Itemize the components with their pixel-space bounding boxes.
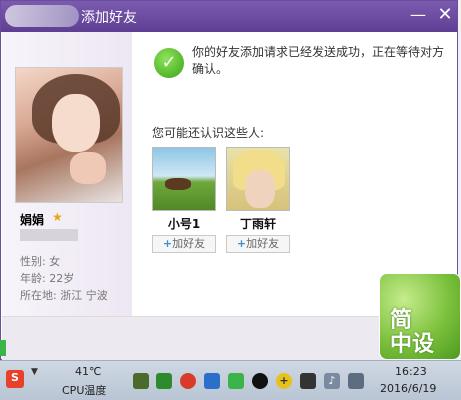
- dialog-title: 添加好友: [81, 10, 137, 26]
- suggestion-name[interactable]: 小号1: [152, 215, 216, 232]
- plus-icon: +: [162, 237, 173, 250]
- suggestion-avatar[interactable]: [226, 147, 290, 211]
- profile-location: 所在地: 浙江 宁波: [20, 289, 108, 302]
- chevron-down-icon[interactable]: ▼: [31, 367, 38, 377]
- profile-avatar: [15, 67, 123, 203]
- clock-time[interactable]: 16:23: [395, 365, 427, 378]
- add-friend-button[interactable]: +加好友: [152, 235, 216, 253]
- add-friend-label: 加好友: [246, 237, 280, 250]
- close-button[interactable]: ✕: [434, 4, 456, 26]
- suggestion-card: 丁雨轩 +加好友: [226, 147, 290, 253]
- app-tray-icon[interactable]: [133, 373, 149, 389]
- watermark-text-2: 中设: [390, 332, 435, 357]
- plus-icon: +: [236, 237, 247, 250]
- check-icon: ✓: [154, 48, 184, 78]
- clock-date[interactable]: 2016/6/19: [380, 382, 436, 395]
- suggestions-title: 您可能还认识这些人:: [152, 126, 265, 140]
- suggestion-name[interactable]: 丁雨轩: [226, 215, 290, 232]
- network-icon[interactable]: [348, 373, 364, 389]
- star-icon: ★: [52, 210, 63, 224]
- add-friend-label: 加好友: [172, 237, 206, 250]
- titlebar: 添加好友 — ✕: [1, 1, 457, 32]
- suggestion-avatar[interactable]: [152, 147, 216, 211]
- watermark-logo: 简 中设: [379, 273, 461, 360]
- add-friend-button[interactable]: +加好友: [226, 235, 290, 253]
- plus-circle-icon[interactable]: +: [276, 373, 292, 389]
- profile-age: 年龄: 22岁: [20, 272, 75, 285]
- cpu-temperature: 41℃: [75, 365, 102, 378]
- profile-gender: 性别: 女: [20, 255, 61, 268]
- taskbar: S ▼ 41℃ CPU温度 + ♪ 16:23 2016/6/19: [0, 360, 461, 400]
- minimize-button[interactable]: —: [407, 4, 429, 26]
- profile-panel: 娟娟 ★ 性别: 女 年龄: 22岁 所在地: 浙江 宁波: [2, 32, 132, 316]
- shield-icon[interactable]: [228, 373, 244, 389]
- background-green-strip: [0, 340, 6, 356]
- netease-music-icon[interactable]: [180, 373, 196, 389]
- sogou-input-icon[interactable]: S: [6, 370, 24, 388]
- cpu-label: CPU温度: [62, 384, 107, 397]
- blurred-account-id: [20, 229, 78, 241]
- nvidia-icon[interactable]: [156, 373, 172, 389]
- grid-app-icon[interactable]: [204, 373, 220, 389]
- volume-icon[interactable]: ♪: [324, 373, 340, 389]
- security-icon[interactable]: [300, 373, 316, 389]
- profile-name: 娟娟: [20, 213, 45, 227]
- qq-icon[interactable]: [252, 373, 268, 389]
- success-message: 你的好友添加请求已经发送成功，正在等待对方确认。: [192, 45, 445, 76]
- suggestion-card: 小号1 +加好友: [152, 147, 216, 253]
- blurred-account-avatar: [5, 5, 79, 27]
